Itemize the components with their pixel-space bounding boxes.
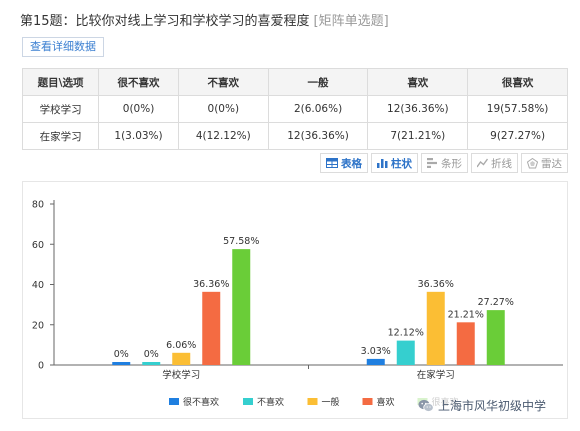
question-title: 第15题：比较你对线上学习和学校学习的喜爱程度 [矩阵单选题] [20,10,389,29]
tab-bar[interactable]: 柱状 [371,153,418,173]
y-tick-label: 20 [32,320,44,331]
chart-panel: 0 20 40 60 80 学校学习 0% 0% 6.06% 36.36% 57.58% 在家学习 3.… [22,181,568,419]
bar [396,340,415,365]
table-cell: 0(0%) [98,95,179,123]
data-label: 0% [114,349,129,360]
data-label: 27.27% [478,297,514,308]
tab-table[interactable]: 表格 [320,153,368,173]
data-label: 36.36% [193,279,229,290]
bar-chart-icon [377,159,388,168]
table-header-cell: 很喜欢 [467,68,568,96]
row-label: 学校学习 [21,95,100,123]
legend-swatch [362,398,373,405]
table-header-cell: 喜欢 [367,68,469,96]
bar [142,362,161,365]
data-label: 21.21% [448,309,484,320]
table-icon [326,158,338,168]
question-type: [矩阵单选题] [313,14,389,29]
table-header-cell: 不喜欢 [177,68,269,96]
tab-radar[interactable]: 雷达 [521,153,568,173]
legend-label: 很不喜欢 [183,396,219,408]
tab-line[interactable]: 折线 [471,153,518,173]
tab-label: 表格 [341,157,362,170]
data-label: 3.03% [361,346,391,357]
bar [232,249,251,365]
view-detail-button[interactable]: 查看详细数据 [22,37,104,57]
data-label: 57.58% [223,236,259,247]
table-header-cell: 一般 [267,68,369,96]
tab-label: 柱状 [391,157,412,170]
bar [366,358,385,365]
row-label: 在家学习 [21,122,100,150]
table-cell: 19(57.58%) [467,95,568,123]
table-header-row: 题目\选项 很不喜欢 不喜欢 一般 喜欢 很喜欢 [21,68,568,96]
tab-label: 雷达 [541,157,562,170]
table-cell: 1(3.03%) [98,122,179,150]
bar [112,362,131,365]
data-label: 36.36% [418,279,454,290]
tab-hbar[interactable]: 条形 [421,153,468,173]
table-cell: 12(36.36%) [267,122,369,150]
bar [426,291,445,365]
legend-swatch [307,398,318,405]
table-cell: 9(27.27%) [467,122,568,150]
legend-label: 一般 [322,396,340,408]
radar-chart-icon [527,157,538,168]
data-label: 0% [144,349,159,360]
y-tick-label: 60 [32,240,44,251]
data-label: 12.12% [388,328,424,339]
table-row: 学校学习 0(0%) 0(0%) 2(6.06%) 12(36.36%) 19(… [21,95,568,123]
wechat-icon [418,399,434,412]
table-cell: 7(21.21%) [367,122,469,150]
school-watermark: 上海市风华初级中学 [416,396,549,415]
stats-table: 题目\选项 很不喜欢 不喜欢 一般 喜欢 很喜欢 学校学习 0(0%) 0(0%… [21,68,568,150]
chart-view-tabs: 表格 柱状 条形 折线 雷达 [320,153,568,173]
y-tick-label: 80 [32,200,44,211]
line-chart-icon [477,158,488,168]
bar [172,352,191,365]
table-cell: 0(0%) [177,95,269,123]
table-cell: 2(6.06%) [267,95,369,123]
table-row: 在家学习 1(3.03%) 4(12.12%) 12(36.36%) 7(21.… [21,122,568,150]
table-cell: 4(12.12%) [177,122,269,150]
legend-swatch [169,398,179,405]
question-text: 第15题：比较你对线上学习和学校学习的喜爱程度 [20,14,310,29]
x-tick-label: 在家学习 [417,369,455,381]
y-tick-label: 0 [38,361,44,372]
x-tick-label: 学校学习 [162,369,200,381]
hbar-chart-icon [427,158,437,168]
table-header-cell: 题目\选项 [21,68,100,96]
table-header-cell: 很不喜欢 [98,68,179,96]
bar-chart: 020406080学校学习0% 0%6.06%36.36%57.58%在家学习3.… [32,200,563,408]
tab-label: 折线 [491,157,512,170]
legend-label: 喜欢 [377,396,395,408]
bar [486,310,505,365]
table-cell: 12(36.36%) [367,95,469,123]
y-tick-label: 40 [32,280,44,291]
watermark-text: 上海市风华初级中学 [438,399,547,413]
data-label: 6.06% [166,340,196,351]
tab-label: 条形 [441,157,462,170]
legend-label: 不喜欢 [257,396,284,408]
bar [456,322,475,365]
legend-swatch [243,398,253,405]
bar [202,291,221,365]
